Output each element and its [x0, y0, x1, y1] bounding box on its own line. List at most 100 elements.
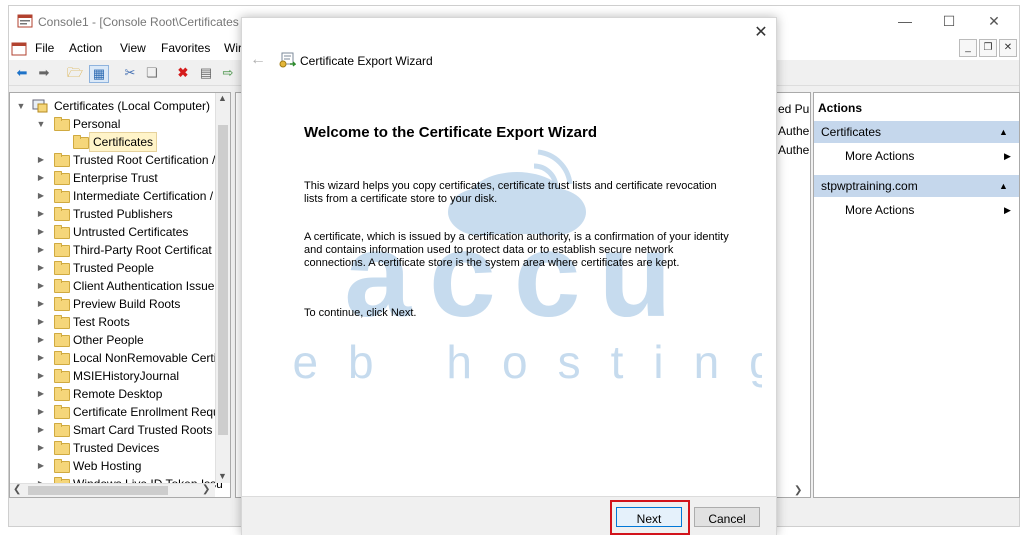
show-hide-tree-icon[interactable]: ▦ — [89, 65, 109, 83]
folder-icon — [54, 387, 70, 401]
up-folder-icon[interactable]: 🗁 — [66, 65, 84, 81]
more-actions-item[interactable]: More Actions ▶ — [814, 145, 1019, 167]
folder-icon — [54, 351, 70, 365]
folder-icon — [54, 225, 70, 239]
scroll-thumb[interactable] — [218, 125, 228, 435]
chevron-right-icon[interactable]: ▶ — [36, 169, 46, 187]
menu-favorites[interactable]: Favorites — [161, 41, 210, 55]
chevron-right-icon[interactable]: ▶ — [36, 385, 46, 403]
folder-icon — [54, 171, 70, 185]
delete-icon[interactable]: ✖ — [174, 65, 192, 81]
chevron-right-icon[interactable]: ▶ — [36, 151, 46, 169]
tree-horizontal-scrollbar[interactable]: ❮ ❯ — [10, 483, 215, 497]
accu-web-hosting-watermark: accu web hosting — [272, 149, 762, 388]
chevron-right-icon[interactable]: ▶ — [36, 241, 46, 259]
wizard-intro-paragraph: This wizard helps you copy certificates,… — [304, 180, 717, 205]
computer-certificates-icon — [32, 99, 48, 113]
mdi-minimize-button[interactable]: _ — [959, 39, 977, 57]
tree-item-label: Preview Build Roots — [73, 297, 181, 311]
collapse-up-icon[interactable]: ▲ — [999, 175, 1008, 197]
more-actions-item[interactable]: More Actions ▶ — [814, 199, 1019, 221]
tree-item-label: Web Hosting — [73, 459, 142, 473]
menu-window[interactable]: Wir — [224, 41, 242, 55]
chevron-right-icon[interactable]: ▶ — [36, 457, 46, 475]
forward-arrow-icon[interactable]: ➡ — [35, 65, 53, 81]
scroll-down-icon[interactable]: ▼ — [218, 471, 227, 481]
scroll-right-icon[interactable]: ❯ — [794, 485, 802, 496]
folder-icon — [54, 279, 70, 293]
actions-section-domain[interactable]: stpwptraining.com ▲ — [814, 175, 1019, 197]
folder-icon — [54, 261, 70, 275]
column-header-intended-purposes[interactable]: ed Pu — [778, 102, 809, 116]
scroll-up-icon[interactable]: ▲ — [218, 93, 227, 103]
tree-item-label: Untrusted Certificates — [73, 225, 189, 239]
mdi-controls: _ ❐ ✕ — [959, 39, 1017, 57]
chevron-right-icon[interactable]: ▶ — [36, 205, 46, 223]
menu-file[interactable]: File — [35, 41, 54, 55]
back-arrow-icon[interactable]: ⬅ — [13, 65, 31, 81]
table-cell: Authe — [778, 124, 810, 138]
folder-icon — [54, 207, 70, 221]
scroll-thumb[interactable] — [28, 486, 168, 495]
folder-icon — [54, 333, 70, 347]
tree-item-label: Trusted Root Certification / — [73, 153, 216, 167]
scroll-left-icon[interactable]: ❮ — [13, 484, 21, 495]
next-button[interactable]: Next — [616, 507, 682, 527]
tree-item-label: Third-Party Root Certificat — [73, 243, 212, 257]
folder-icon — [73, 135, 89, 149]
chevron-right-icon[interactable]: ▶ — [36, 367, 46, 385]
tree-vertical-scrollbar[interactable]: ▲ ▼ — [215, 93, 230, 483]
cut-icon[interactable]: ✂ — [121, 65, 139, 81]
folder-icon — [54, 297, 70, 311]
chevron-right-icon[interactable]: ▶ — [36, 439, 46, 457]
back-arrow-icon[interactable]: ← — [250, 51, 266, 69]
actions-section-certificates[interactable]: Certificates ▲ — [814, 121, 1019, 143]
actions-pane: Actions Certificates ▲ More Actions ▶ st… — [813, 92, 1020, 498]
wizard-continue-text: To continue, click Next. — [304, 307, 417, 319]
chevron-right-icon[interactable]: ▶ — [36, 295, 46, 313]
folder-icon — [54, 441, 70, 455]
chevron-right-icon[interactable]: ▶ — [36, 187, 46, 205]
folder-icon — [54, 189, 70, 203]
chevron-right-icon[interactable]: ▶ — [36, 277, 46, 295]
close-icon[interactable]: ✕ — [750, 22, 772, 44]
mmc-app-icon — [17, 14, 33, 28]
folder-icon — [54, 459, 70, 473]
mdi-restore-button[interactable]: ❐ — [979, 39, 997, 57]
wizard-footer: Next Cancel — [242, 496, 776, 535]
chevron-right-icon[interactable]: ▶ — [36, 421, 46, 439]
chevron-right-icon[interactable]: ▶ — [36, 349, 46, 367]
close-window-button[interactable]: ✕ — [984, 12, 1004, 30]
chevron-down-icon[interactable]: ▼ — [36, 115, 46, 133]
tree-item-label: Local NonRemovable Certi — [73, 351, 217, 365]
tree-item-label: Test Roots — [73, 315, 130, 329]
chevron-right-icon[interactable]: ▶ — [36, 313, 46, 331]
watermark-brand-text: accu — [344, 208, 690, 342]
menu-action[interactable]: Action — [69, 41, 102, 55]
collapse-up-icon[interactable]: ▲ — [999, 121, 1008, 143]
chevron-right-icon[interactable]: ▶ — [36, 223, 46, 241]
maximize-button[interactable]: ☐ — [939, 12, 959, 30]
selected-node-label: Certificates — [89, 132, 158, 152]
chevron-down-icon[interactable]: ▼ — [16, 97, 26, 115]
export-list-icon[interactable]: ⇨ — [219, 65, 237, 81]
minimize-button[interactable]: — — [895, 12, 915, 30]
properties-icon[interactable]: ▤ — [197, 65, 215, 81]
tree-item-label: Trusted People — [73, 261, 154, 275]
copy-icon[interactable]: ❏ — [143, 65, 161, 81]
folder-icon — [54, 423, 70, 437]
chevron-right-icon[interactable]: ▶ — [36, 259, 46, 277]
chevron-right-icon[interactable]: ▶ — [36, 331, 46, 349]
folder-icon — [54, 369, 70, 383]
console-menu-icon[interactable] — [11, 41, 27, 57]
mdi-close-button[interactable]: ✕ — [999, 39, 1017, 57]
folder-icon — [54, 315, 70, 329]
wizard-certificate-paragraph: A certificate, which is issued by a cert… — [304, 231, 729, 269]
cancel-button[interactable]: Cancel — [694, 507, 760, 527]
tree-item-label: Other People — [73, 333, 144, 347]
tree-item-label: Trusted Publishers — [73, 207, 173, 221]
scroll-right-icon[interactable]: ❯ — [202, 484, 210, 495]
actions-header: Actions — [818, 101, 863, 115]
chevron-right-icon[interactable]: ▶ — [36, 403, 46, 421]
menu-view[interactable]: View — [120, 41, 146, 55]
